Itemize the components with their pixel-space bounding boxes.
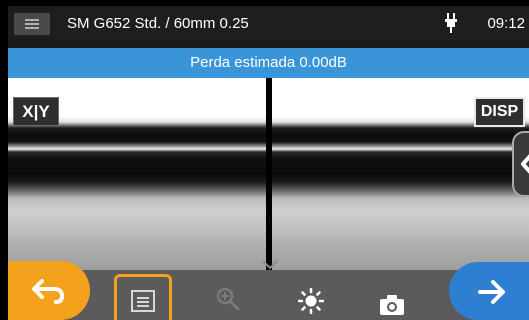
device-frame: SM G652 Std. / 60mm 0.25 09:12 Perda est… [0, 0, 529, 320]
list-button[interactable] [114, 274, 172, 320]
chevron-left-icon [521, 154, 529, 174]
camera-icon[interactable] [379, 294, 405, 316]
next-button[interactable] [449, 262, 529, 320]
back-arrow-icon [32, 279, 65, 304]
status-title: SM G652 Std. / 60mm 0.25 [67, 15, 249, 32]
screen: SM G652 Std. / 60mm 0.25 09:12 Perda est… [8, 6, 529, 320]
back-button[interactable] [8, 261, 90, 320]
plug-icon [445, 13, 457, 33]
forward-arrow-icon [478, 280, 505, 304]
status-bar: SM G652 Std. / 60mm 0.25 09:12 [8, 6, 529, 41]
estimated-loss-banner: Perda estimada 0.00dB [8, 48, 529, 78]
estimated-loss-text: Perda estimada 0.00dB [190, 54, 347, 71]
zoom-in-icon[interactable] [215, 286, 241, 312]
hamburger-menu-icon[interactable] [14, 13, 50, 35]
xy-view-button[interactable]: X|Y [13, 97, 59, 126]
clock: 09:12 [487, 15, 525, 32]
side-panel-tab[interactable] [512, 131, 529, 197]
brightness-icon[interactable] [298, 288, 324, 314]
display-button[interactable]: DISP [474, 97, 525, 127]
list-icon [131, 290, 155, 312]
